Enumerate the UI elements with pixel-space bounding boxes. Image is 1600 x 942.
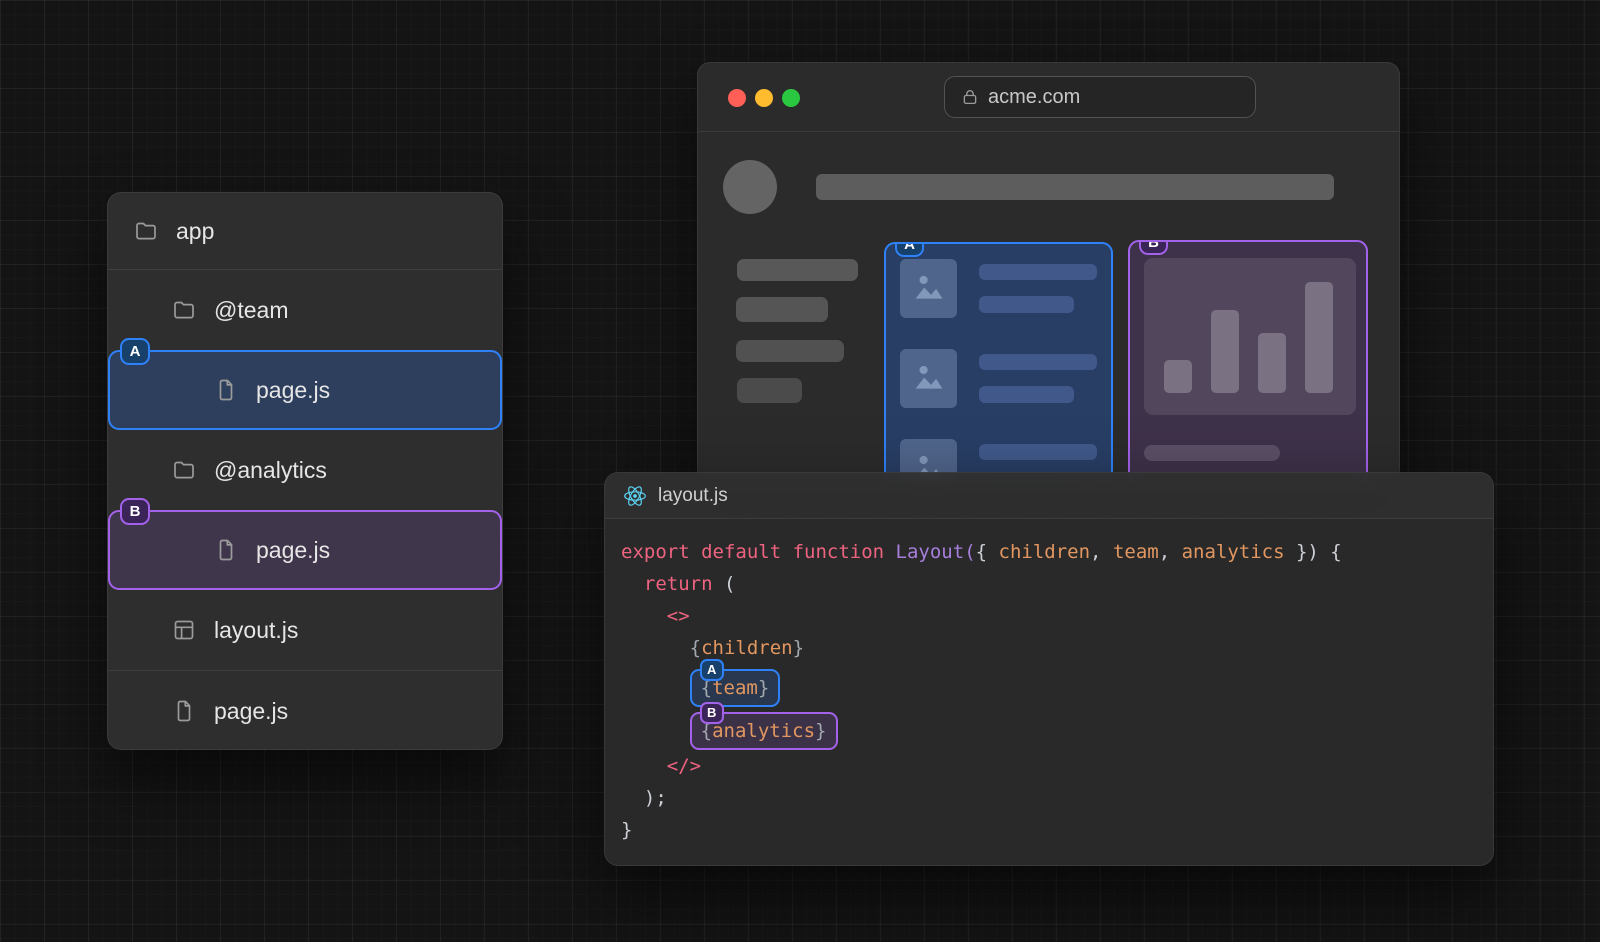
text-skeleton-bar xyxy=(979,296,1074,313)
tree-item-page-js[interactable]: page.js xyxy=(110,352,500,428)
code-lines: export default function Layout({ childre… xyxy=(605,519,1493,846)
file-icon xyxy=(214,378,238,402)
image-placeholder xyxy=(900,349,957,408)
tree-item-label: page.js xyxy=(256,537,330,564)
url-text: acme.com xyxy=(988,86,1080,109)
image-icon xyxy=(910,267,948,310)
code-editor-header: layout.js xyxy=(605,473,1493,519)
code-line: return ( xyxy=(621,568,1493,600)
analytics-chart-skeleton xyxy=(1144,258,1356,415)
analytics-caption-skeleton xyxy=(1144,445,1280,461)
close-button[interactable] xyxy=(728,89,746,107)
tree-item-label: @team xyxy=(214,297,288,324)
chart-bar-skeleton xyxy=(1305,282,1333,393)
file-icon xyxy=(214,538,238,562)
slot-card-team: A xyxy=(884,242,1113,482)
tree-item-page-js[interactable]: page.js xyxy=(108,671,502,751)
slot-box-a: Apage.js xyxy=(108,350,502,430)
text-skeleton-bar xyxy=(737,259,858,281)
lock-icon xyxy=(961,88,979,106)
label-badge-b: B xyxy=(120,498,150,525)
code-line: export default function Layout({ childre… xyxy=(621,536,1493,568)
chart-bar-skeleton xyxy=(1211,310,1239,393)
avatar xyxy=(723,160,777,214)
tree-item-label: page.js xyxy=(256,377,330,404)
chart-bar-skeleton xyxy=(1164,360,1192,393)
code-line: A{team} xyxy=(621,664,1493,707)
tree-item-label: page.js xyxy=(214,698,288,725)
text-skeleton-bar xyxy=(979,444,1097,460)
folder-icon xyxy=(134,219,158,243)
folder-icon xyxy=(172,298,196,322)
nav-skeleton-bar xyxy=(816,174,1334,200)
text-skeleton-bar xyxy=(979,264,1097,280)
code-slot-highlight-a: A{team} xyxy=(690,669,781,707)
tree-item-label: app xyxy=(176,218,214,245)
tree-item--analytics[interactable]: @analytics xyxy=(108,430,502,510)
code-slot-highlight-b: B{analytics} xyxy=(690,712,838,750)
text-skeleton-bar xyxy=(979,386,1074,403)
browser-window: acme.com A B xyxy=(697,62,1400,482)
label-badge-a: A xyxy=(700,659,724,681)
tree-item-label: layout.js xyxy=(214,617,298,644)
row-text-skeleton xyxy=(979,354,1097,408)
tree-item-layout-js[interactable]: layout.js xyxy=(108,590,502,670)
slot-box-b: Bpage.js xyxy=(108,510,502,590)
layout-icon xyxy=(172,618,196,642)
file-tree-list: app @team Apage.js @analytics Bpage.js layout… xyxy=(108,193,502,749)
file-tree-panel: app @team Apage.js @analytics Bpage.js layout… xyxy=(107,192,503,750)
code-line: <> xyxy=(621,600,1493,632)
tree-item-page-js[interactable]: page.js xyxy=(110,512,500,588)
row-text-skeleton xyxy=(979,264,1097,318)
maximize-button[interactable] xyxy=(782,89,800,107)
code-line: } xyxy=(621,814,1493,846)
url-bar[interactable]: acme.com xyxy=(944,76,1256,118)
text-skeleton-bar xyxy=(736,340,844,362)
text-skeleton-bar xyxy=(736,297,828,322)
code-line: </> xyxy=(621,750,1493,782)
minimize-button[interactable] xyxy=(755,89,773,107)
code-editor-window: layout.js export default function Layout… xyxy=(604,472,1494,866)
list-item-skeleton xyxy=(900,259,1097,318)
text-skeleton-bar xyxy=(979,354,1097,370)
code-file-title: layout.js xyxy=(658,485,728,507)
parallel-routes-diagram: app @team Apage.js @analytics Bpage.js layout… xyxy=(0,0,1600,942)
react-icon xyxy=(623,484,647,508)
chart-bar-skeleton xyxy=(1258,333,1286,393)
folder-icon xyxy=(172,458,196,482)
tree-item-app[interactable]: app xyxy=(108,193,502,269)
image-placeholder xyxy=(900,259,957,318)
label-badge-b: B xyxy=(1139,240,1168,255)
tree-item--team[interactable]: @team xyxy=(108,270,502,350)
label-badge-a: A xyxy=(895,242,924,257)
image-icon xyxy=(910,357,948,400)
code-line: ); xyxy=(621,782,1493,814)
code-line: {children} xyxy=(621,632,1493,664)
code-line: B{analytics} xyxy=(621,707,1493,750)
browser-header: acme.com xyxy=(698,63,1399,132)
team-list-skeleton xyxy=(886,244,1111,482)
text-skeleton-bar xyxy=(737,378,802,403)
label-badge-a: A xyxy=(120,338,150,365)
list-item-skeleton xyxy=(900,349,1097,408)
window-controls xyxy=(728,89,800,107)
slot-card-analytics: B xyxy=(1128,240,1368,482)
tree-item-label: @analytics xyxy=(214,457,327,484)
label-badge-b: B xyxy=(700,702,724,724)
file-icon xyxy=(172,699,196,723)
